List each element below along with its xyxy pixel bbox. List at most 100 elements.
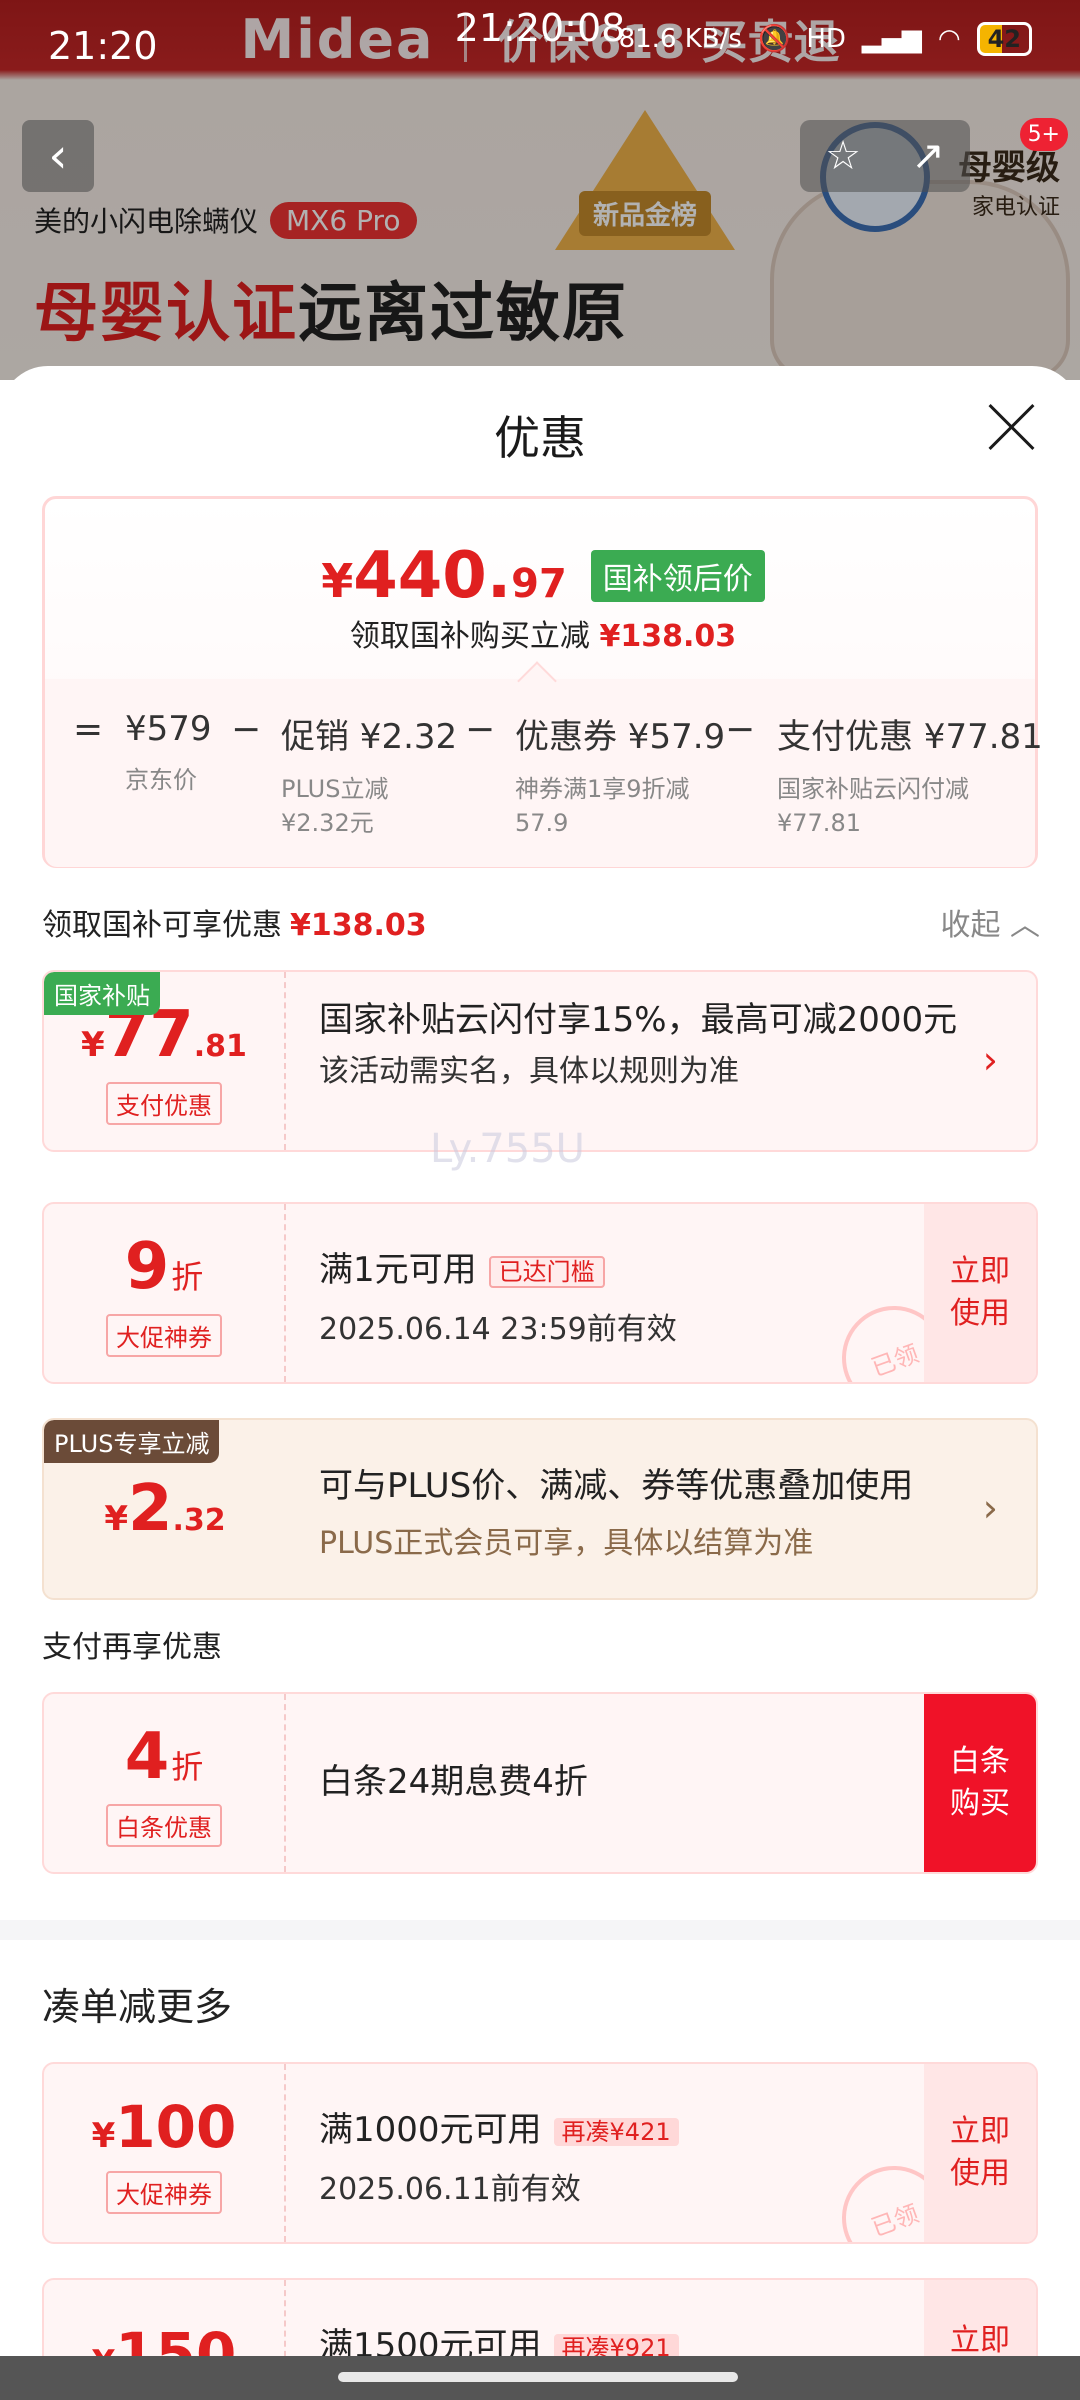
- card-title: 满1000元可用: [319, 2110, 542, 2150]
- card-validity: 2025.06.11前有效: [319, 2171, 581, 2207]
- breakdown-desc: 国家补贴云闪付减 ¥77.81: [777, 775, 969, 837]
- discount-sheet: 优惠 ¥440.97 国补领后价 领取国补购买立减 ¥138.03 = ¥579…: [0, 366, 1080, 2400]
- section-more-header: 凑单减更多: [42, 1976, 232, 2031]
- threshold-tag: 已达门槛: [488, 1255, 605, 1288]
- home-indicator[interactable]: [338, 2372, 738, 2382]
- message-count-badge: 5+: [1019, 118, 1068, 151]
- op-minus: −: [231, 709, 262, 750]
- section-divider: [0, 1920, 1080, 1940]
- price-tag: 国补领后价: [590, 550, 765, 602]
- amount-unit: 折: [171, 1747, 204, 1786]
- op-minus: −: [725, 709, 756, 750]
- amount-decimal: .32: [172, 1503, 226, 1538]
- amount-number: 9: [124, 1229, 170, 1304]
- amount-number: 2: [127, 1472, 173, 1546]
- section-label: 支付再享优惠: [42, 1630, 222, 1665]
- breakdown-main: 促销 ¥2.32: [281, 717, 458, 757]
- savings-amount: ¥138.03: [599, 619, 737, 654]
- savings-text: 领取国补购买立减 ¥138.03: [45, 611, 1041, 655]
- chevron-left-icon: ‹: [48, 128, 68, 184]
- net-speed: 81.6 KB/s: [618, 24, 742, 54]
- mute-icon: 🔕: [757, 24, 791, 54]
- coupon-card[interactable]: ¥100 大促神券 满1000元可用 再凑¥421 2025.06.11前有效 已…: [42, 2062, 1038, 2244]
- card-amount: ¥100: [92, 2093, 237, 2161]
- breakdown-main: 优惠券 ¥57.9: [515, 717, 726, 757]
- price-summary: ¥440.97 国补领后价 领取国补购买立减 ¥138.03 = ¥579 京东…: [42, 496, 1043, 868]
- card-type-tag: 支付优惠: [106, 1081, 222, 1125]
- subsidy-card[interactable]: ¥77.81 支付优惠 国家补贴 国家补贴云闪付享15%，最高可减2000元 该…: [42, 970, 1038, 1152]
- card-title: 国家补贴云闪付享15%，最高可减2000元: [319, 1000, 958, 1040]
- price-integer: 440.: [353, 539, 512, 613]
- chevron-up-icon: ︿: [1010, 908, 1040, 943]
- amount-currency: ¥: [104, 1499, 128, 1539]
- price-decimal: 97: [511, 561, 567, 607]
- amount-currency: ¥: [91, 2115, 116, 2156]
- sheet-title: 优惠: [494, 411, 586, 465]
- battery-icon: 42: [976, 22, 1032, 56]
- card-body: 满1000元可用 再凑¥421 2025.06.11前有效: [319, 2106, 679, 2208]
- collapse-label: 收起: [940, 908, 1001, 943]
- status-bar: 21:20 21:20:08 81.6 KB/s 🔕 HD ▂▄▆ ◠ 42: [0, 0, 1080, 92]
- breakdown-main: ¥579: [125, 709, 212, 749]
- card-body: 国家补贴云闪付享15%，最高可减2000元 该活动需实名，具体以规则为准: [319, 996, 959, 1090]
- card-body: 白条24期息费4折: [319, 1758, 588, 1806]
- action-pill: ☆ ↗: [800, 120, 970, 192]
- card-title: 白条24期息费4折: [319, 1762, 588, 1802]
- card-amount-block: ¥100 大促神券: [44, 2064, 286, 2242]
- price-currency: ¥: [321, 554, 354, 608]
- savings-label: 领取国补购买立减: [349, 619, 590, 654]
- hd-label: HD: [806, 24, 846, 54]
- card-title: 满1元可用: [319, 1250, 477, 1290]
- card-type-tag: 白条优惠: [106, 1803, 222, 1847]
- watermark: Ly.755U: [430, 1126, 585, 1172]
- card-body: 满1元可用 已达门槛 2025.06.14 23:59前有效: [319, 1246, 677, 1348]
- section-payment-header: 支付再享优惠: [42, 1622, 222, 1666]
- card-amount: ¥2.32: [104, 1472, 225, 1546]
- breakdown-desc: 京东价: [125, 766, 197, 794]
- card-type-tag: 大促神券: [106, 1313, 222, 1357]
- card-amount: 9折: [125, 1230, 204, 1304]
- price-breakdown: = ¥579 京东价 − 促销 ¥2.32 PLUS立减 ¥2.32元 − 优惠…: [45, 679, 1043, 867]
- card-body: 可与PLUS价、满减、券等优惠叠加使用 PLUS正式会员可享，具体以结算为准: [319, 1462, 913, 1562]
- amount-unit: 折: [171, 1257, 204, 1296]
- amount-number: 4: [124, 1719, 170, 1794]
- baitiao-card[interactable]: 4折 白条优惠 白条24期息费4折 白条 购买: [42, 1692, 1038, 1874]
- card-subtitle: PLUS正式会员可享，具体以结算为准: [319, 1526, 814, 1561]
- breakdown-desc: 神券满1享9折减 57.9: [515, 775, 690, 837]
- breakdown-main: 支付优惠 ¥77.81: [777, 717, 1043, 757]
- breakdown-payment: 支付优惠 ¥77.81 国家补贴云闪付减 ¥77.81: [777, 709, 1043, 840]
- corner-tag: 国家补贴: [44, 972, 160, 1015]
- section-amount: ¥138.03: [290, 908, 427, 943]
- collapse-toggle[interactable]: 收起 ︿: [940, 900, 1040, 944]
- final-price: ¥440.97 国补领后价: [45, 539, 1041, 613]
- coupon-card[interactable]: 9折 大促神券 满1元可用 已达门槛 2025.06.14 23:59前有效 已领…: [42, 1202, 1038, 1384]
- signal-icon: ▂▄▆: [861, 24, 922, 54]
- use-now-button[interactable]: 立即 使用: [924, 2064, 1036, 2242]
- chevron-right-icon[interactable]: ›: [983, 1486, 998, 1530]
- amount-number: 100: [115, 2092, 237, 2161]
- card-amount-block: 4折 白条优惠: [44, 1694, 286, 1872]
- star-icon[interactable]: ☆: [825, 133, 861, 179]
- breakdown-promo: 促销 ¥2.32 PLUS立减 ¥2.32元: [281, 709, 457, 840]
- back-button[interactable]: ‹: [22, 120, 94, 192]
- op-equals: =: [73, 709, 104, 750]
- breakdown-desc: PLUS立减 ¥2.32元: [281, 775, 389, 837]
- card-amount: 4折: [125, 1720, 204, 1794]
- card-subtitle: 该活动需实名，具体以规则为准: [319, 1054, 739, 1089]
- plus-discount-card[interactable]: ¥2.32 PLUS专享立减 可与PLUS价、满减、券等优惠叠加使用 PLUS正…: [42, 1418, 1038, 1600]
- share-icon[interactable]: ↗: [911, 133, 945, 179]
- baitiao-buy-button[interactable]: 白条 购买: [924, 1694, 1036, 1872]
- section-label: 领取国补可享优惠: [42, 908, 282, 943]
- wifi-icon: ◠: [937, 24, 961, 54]
- add-more-tag: 再凑¥421: [553, 2117, 679, 2146]
- corner-tag: PLUS专享立减: [44, 1420, 220, 1463]
- card-validity: 2025.06.14 23:59前有效: [319, 1311, 677, 1347]
- breakdown-jd-price: ¥579 京东价: [125, 709, 212, 797]
- use-now-button[interactable]: 立即 使用: [924, 1204, 1036, 1382]
- amount-currency: ¥: [81, 1024, 105, 1065]
- card-type-tag: 大促神券: [106, 2170, 222, 2214]
- close-icon[interactable]: [982, 398, 1040, 456]
- op-minus: −: [465, 709, 496, 750]
- chevron-right-icon[interactable]: ›: [983, 1038, 998, 1082]
- card-amount-block: 9折 大促神券: [44, 1204, 286, 1382]
